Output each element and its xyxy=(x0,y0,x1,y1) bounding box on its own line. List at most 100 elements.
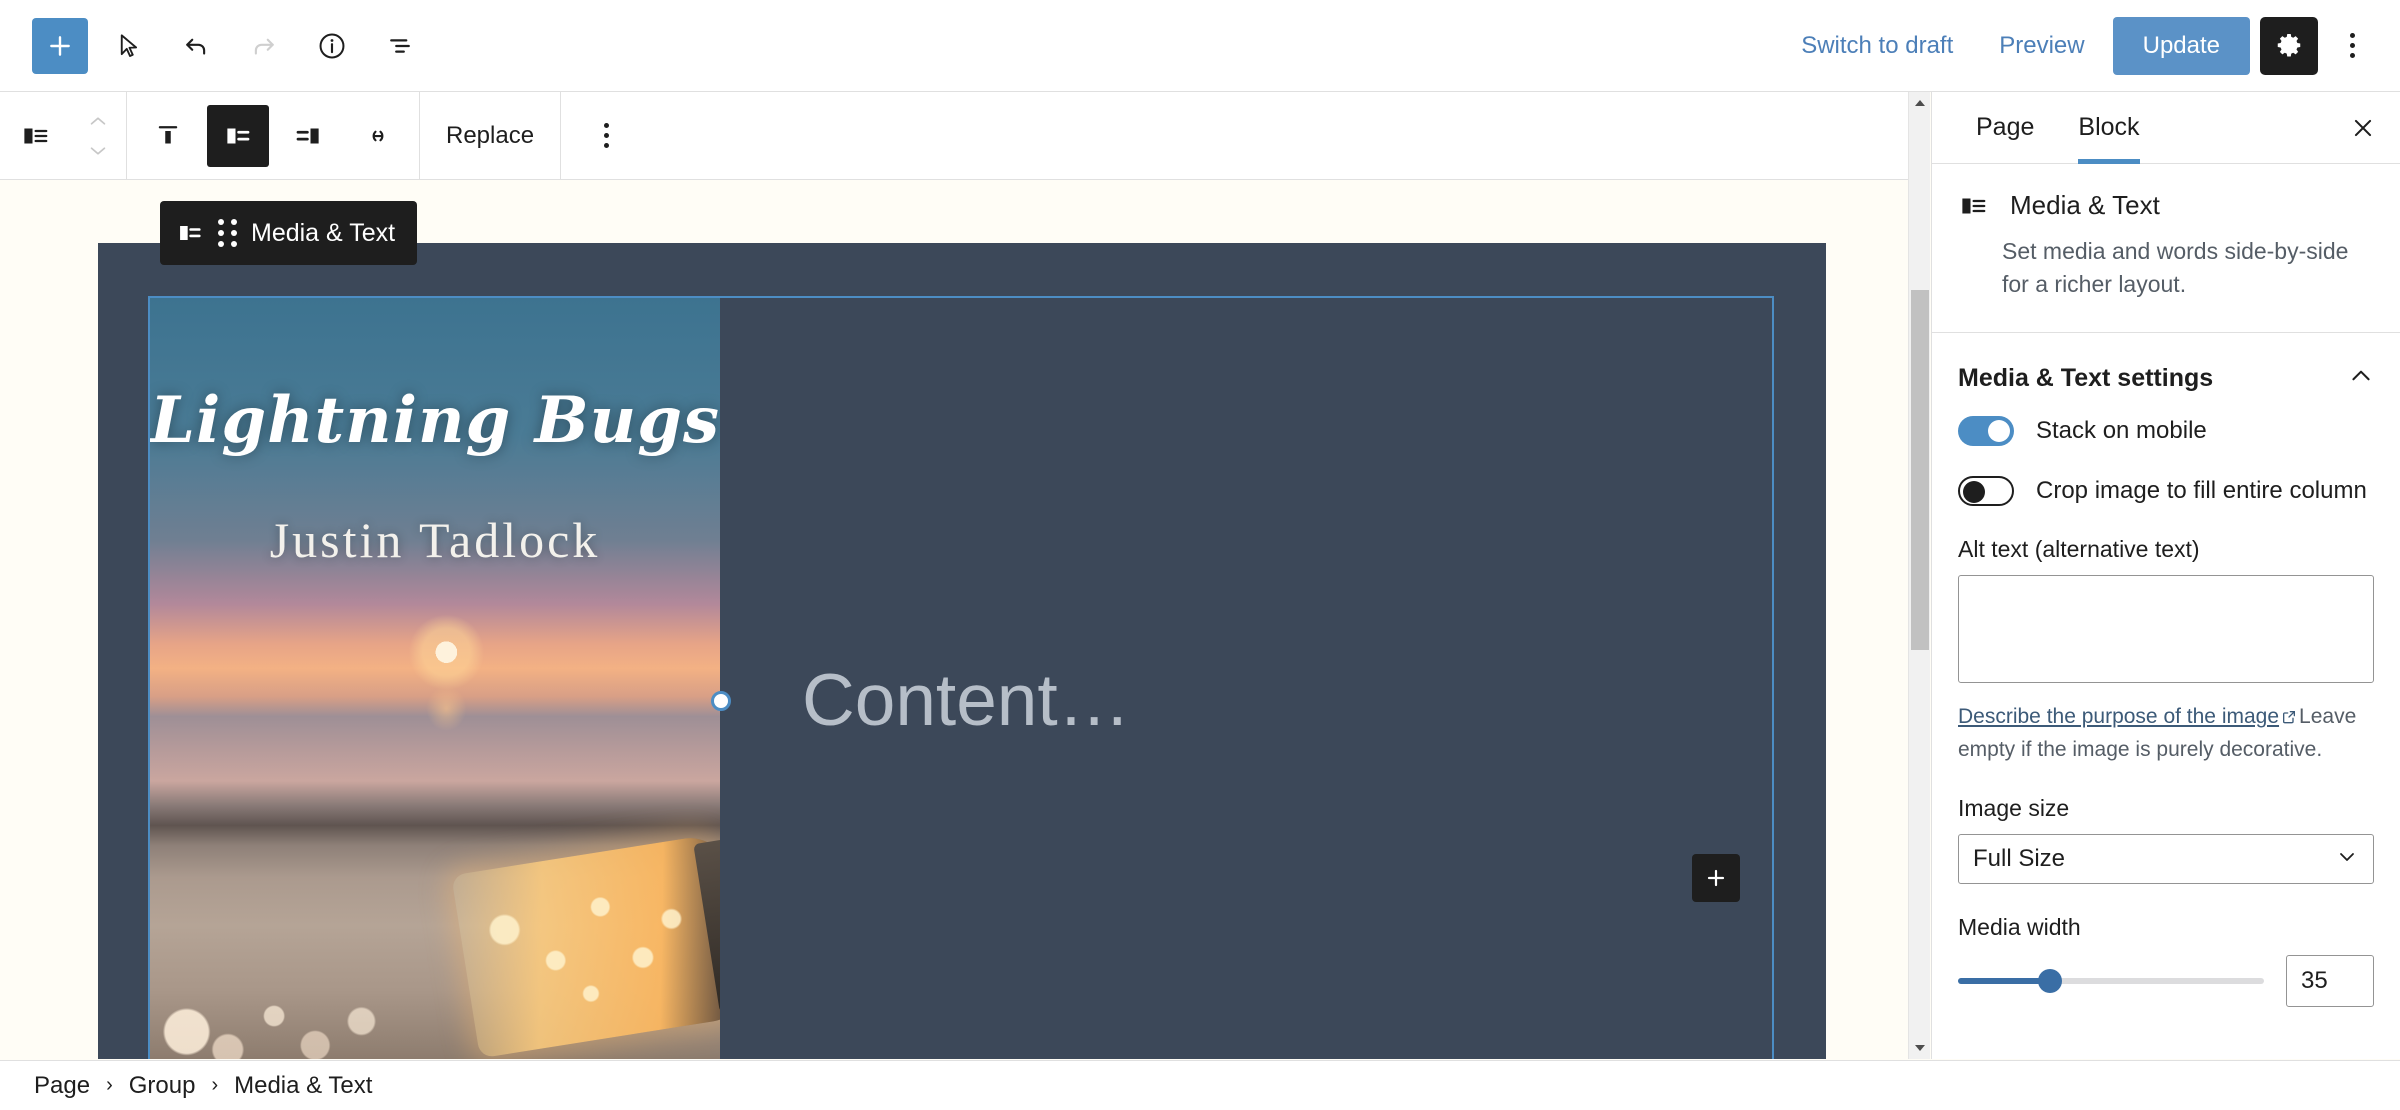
plus-icon xyxy=(50,35,70,56)
block-info-description: Set media and words side-by-side for a r… xyxy=(2002,238,2349,297)
align-top-button[interactable] xyxy=(137,105,199,167)
crop-image-label: Crop image to fill entire column xyxy=(2036,477,2367,505)
stack-on-mobile-label: Stack on mobile xyxy=(2036,417,2207,445)
toggle-knob xyxy=(1963,481,1985,504)
block-more-options-button[interactable] xyxy=(575,105,637,167)
vertical-dots-icon xyxy=(2349,33,2355,58)
block-info-head: Media & Text xyxy=(1958,190,2370,221)
media-and-text-icon xyxy=(180,226,201,240)
cover-author: Justin Tadlock xyxy=(269,512,601,569)
tab-block[interactable]: Block xyxy=(2056,92,2161,164)
list-view-icon xyxy=(390,38,410,53)
media-width-number-input[interactable]: 35 xyxy=(2286,955,2374,1008)
block-appender-button[interactable] xyxy=(1692,854,1740,902)
breadcrumb-item-media-and-text[interactable]: Media & Text xyxy=(234,1072,372,1100)
caret-up-icon xyxy=(1914,100,1925,106)
media-and-text-block[interactable]: Lightning Bugs Justin Tadlock Content… xyxy=(148,296,1774,1059)
media-width-field: Media width 35 xyxy=(1958,914,2374,1008)
content-placeholder[interactable]: Content… xyxy=(802,659,1131,742)
media-width-controls: 35 xyxy=(1958,955,2374,1008)
list-view-button[interactable] xyxy=(372,18,428,74)
sidebar-tabs: Page Block xyxy=(1932,92,2400,164)
editor-canvas: Lightning Bugs Justin Tadlock Content… xyxy=(0,181,1930,1059)
scroll-down-arrow[interactable] xyxy=(1909,1037,1931,1059)
preview-button[interactable]: Preview xyxy=(1981,22,2102,70)
media-resize-handle[interactable] xyxy=(711,690,731,711)
undo-button[interactable] xyxy=(168,18,224,74)
more-options-button[interactable] xyxy=(2328,18,2376,74)
block-type-button[interactable] xyxy=(4,105,66,167)
media-on-right-button[interactable] xyxy=(277,105,339,167)
editor-top-bar: Switch to draft Preview Update xyxy=(0,0,2400,92)
top-bar-left-tools xyxy=(0,17,428,74)
add-block-button[interactable] xyxy=(32,17,88,74)
tab-page[interactable]: Page xyxy=(1954,92,2056,164)
link-icon xyxy=(372,130,384,141)
image-size-value: Full Size xyxy=(1973,845,2066,873)
details-button[interactable] xyxy=(304,18,360,74)
move-up-button[interactable] xyxy=(70,106,126,136)
media-and-text-icon xyxy=(24,128,48,143)
update-button[interactable]: Update xyxy=(2112,16,2250,75)
move-down-button[interactable] xyxy=(70,136,126,166)
media-width-label: Media width xyxy=(1958,914,2081,941)
photo-pebbles-detail xyxy=(161,974,418,1059)
scroll-up-arrow[interactable] xyxy=(1909,92,1930,114)
drag-handle-icon[interactable] xyxy=(218,219,237,247)
media-and-text-icon xyxy=(1962,198,1986,213)
block-toolbar: Replace xyxy=(0,91,1930,180)
chevron-up-icon xyxy=(2348,363,2374,394)
close-sidebar-button[interactable] xyxy=(2336,101,2390,155)
media-text-settings-panel-header[interactable]: Media & Text settings xyxy=(1932,333,2400,416)
stack-on-mobile-toggle[interactable] xyxy=(1958,416,2014,447)
block-text-column[interactable]: Content… xyxy=(720,298,1772,1059)
cursor-icon xyxy=(120,33,138,57)
crop-image-row: Crop image to fill entire column xyxy=(1958,476,2374,507)
link-button[interactable] xyxy=(347,105,409,167)
redo-button[interactable] xyxy=(236,18,292,74)
image-size-label: Image size xyxy=(1958,795,2070,822)
cover-title: Lightning Bugs xyxy=(150,382,720,458)
breadcrumb-item-group[interactable]: Group xyxy=(129,1072,196,1100)
stack-on-mobile-row: Stack on mobile xyxy=(1958,416,2374,447)
top-bar-right-actions: Switch to draft Preview Update xyxy=(1783,16,2400,75)
slider-fill xyxy=(1958,978,2047,985)
replace-button[interactable]: Replace xyxy=(420,92,560,180)
external-link-icon xyxy=(2281,704,2297,734)
describe-image-link[interactable]: Describe the purpose of the image xyxy=(1958,705,2279,728)
close-icon xyxy=(2354,119,2372,136)
selected-block-label[interactable]: Media & Text xyxy=(160,201,418,265)
breadcrumb-item-page[interactable]: Page xyxy=(34,1072,90,1100)
block-media-image[interactable]: Lightning Bugs Justin Tadlock xyxy=(150,298,720,1059)
settings-button[interactable] xyxy=(2260,16,2318,75)
vertical-dots-icon xyxy=(603,123,609,148)
caret-down-icon xyxy=(1915,1045,1925,1051)
media-right-icon xyxy=(296,128,319,143)
settings-sidebar: Page Block Media & Text Set media and wo… xyxy=(1931,92,2400,1059)
image-size-field: Image size Full Size xyxy=(1958,795,2374,885)
block-info-title: Media & Text xyxy=(2010,190,2160,220)
breadcrumb: Page › Group › Media & Text xyxy=(0,1060,2400,1110)
tools-select-button[interactable] xyxy=(100,18,156,74)
chevron-down-icon xyxy=(2335,844,2359,875)
canvas-scrollbar[interactable] xyxy=(1908,92,1930,1059)
move-block-buttons xyxy=(70,106,126,166)
align-top-icon xyxy=(158,125,178,143)
info-icon xyxy=(319,33,345,58)
panel-title: Media & Text settings xyxy=(1958,364,2214,393)
alt-text-field[interactable] xyxy=(1958,575,2374,684)
breadcrumb-separator: › xyxy=(211,1074,219,1096)
toggle-knob xyxy=(1988,420,2010,443)
scrollbar-thumb[interactable] xyxy=(1911,290,1929,650)
block-label-text: Media & Text xyxy=(251,218,396,247)
crop-image-toggle[interactable] xyxy=(1958,476,2014,507)
image-size-select[interactable]: Full Size xyxy=(1958,834,2374,885)
switch-to-draft-button[interactable]: Switch to draft xyxy=(1783,22,1971,70)
media-width-slider[interactable] xyxy=(1958,969,2264,994)
block-options-group xyxy=(561,92,651,180)
group-block[interactable]: Lightning Bugs Justin Tadlock Content… xyxy=(98,243,1826,1059)
block-info-card: Media & Text Set media and words side-by… xyxy=(1932,164,2400,334)
media-on-left-button[interactable] xyxy=(207,104,269,167)
media-text-settings-panel-body: Stack on mobile Crop image to fill entir… xyxy=(1932,416,2400,1033)
slider-thumb[interactable] xyxy=(2037,969,2062,994)
